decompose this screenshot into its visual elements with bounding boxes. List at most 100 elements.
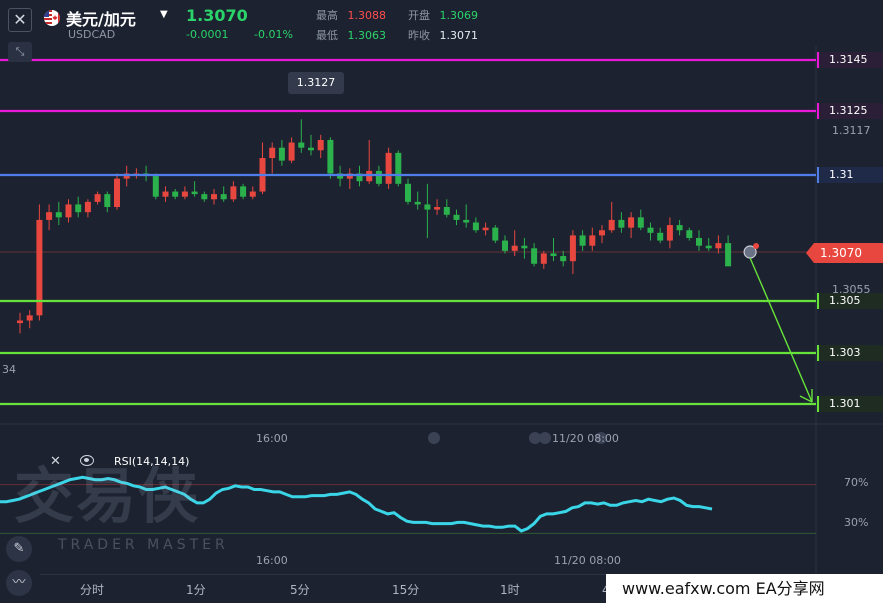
symbol-name[interactable]: 美元/加元 [66,6,136,30]
stat-prev-close-value: 1.3071 [439,29,479,42]
candle-body [172,191,179,197]
candle-body [424,204,431,210]
stat-open-value: 1.3069 [439,9,479,22]
close-button[interactable]: ✕ [8,8,32,32]
candle-body [579,235,586,246]
candle-body [696,237,702,246]
candle-body [288,142,295,161]
timeframe-5min[interactable]: 5分 [290,581,310,598]
price-level-label[interactable]: 1.31 [817,167,883,183]
candle-body [608,219,615,231]
stat-low: 最低 1.3063 [316,27,386,43]
price-pane-background [0,46,816,424]
candle-body [589,235,596,246]
candle-body [17,320,23,324]
price-axis-tick-left: 34 [2,363,16,376]
expand-icon[interactable]: ⤡ [8,42,32,62]
candle-body [211,194,217,200]
candle-body [395,152,402,184]
candle-body [511,245,518,251]
candle-body [647,227,654,233]
symbol-dropdown-icon[interactable]: ▼ [160,9,168,20]
watermark-logo: 交易侠 [14,462,200,532]
price-change: -0.0001 [186,28,229,41]
scroll-dot [428,432,440,444]
candle-body [414,201,421,205]
candle-body [201,194,208,200]
time-tick-1: 16:00 [256,432,288,445]
timeframe-1min[interactable]: 1分 [186,581,206,598]
last-price: 1.3070 [186,6,248,25]
candle-body [220,194,227,200]
rsi-level-70: 70% [844,476,869,489]
time-tick-2: 11/20 08:00 [552,432,619,445]
candle-body [104,194,111,208]
stat-prev-close: 昨收 1.3071 [408,27,478,43]
timeframe-tick[interactable]: 分时 [80,581,104,598]
candle-body [637,217,644,228]
candle-body [298,142,305,148]
candle-body [550,253,557,257]
candle-body [94,194,101,202]
watermark-subtitle: TRADER MASTER [58,537,229,553]
site-banner: www.eafxw.com EA分享网 [606,574,883,603]
timeframe-15min[interactable]: 15分 [392,581,419,598]
candle-body [676,225,683,231]
candle-body [26,315,33,321]
candle-body [521,245,528,249]
candle-body [162,191,169,197]
price-level-label[interactable]: 1.3125 [817,103,883,119]
candle-body [191,191,198,195]
stat-prev-close-label: 昨收 [408,29,430,42]
candle-body [230,186,237,200]
price-level-label[interactable]: 1.3145 [817,52,883,68]
draw-pencil-icon[interactable]: ✎ [6,536,32,562]
stat-low-value: 1.3063 [347,29,387,42]
candle-body [492,227,499,241]
candle-body [443,207,450,215]
chart-app: ✕ 美元/加元 ▼ USDCAD 1.3070 -0.0001 -0.01% 最… [0,0,883,603]
candle-body [472,222,479,231]
stat-high-label: 最高 [316,9,338,22]
candle-body [65,204,72,218]
candle-body [666,225,673,241]
timeframe-1h[interactable]: 1时 [500,581,520,598]
candle-body [46,212,53,220]
price-change-percent: -0.01% [254,28,293,41]
price-axis-tick-low: 1.3055 [832,283,871,296]
candle-body [317,139,324,151]
candle-body [715,243,722,249]
candle-body [55,212,62,218]
candle-body [375,170,382,184]
peak-price-tag: 1.3127 [288,72,344,94]
candle-body [269,147,276,159]
quote-header: ✕ 美元/加元 ▼ USDCAD 1.3070 -0.0001 -0.01% 最… [0,0,883,46]
candle-body [240,186,247,197]
candle-body [540,253,547,264]
candle-body [152,176,159,197]
candle-body [482,227,489,231]
symbol-code: USDCAD [68,28,116,41]
candle-body [181,191,188,197]
rsi-time-tick-2: 11/20 08:00 [554,554,621,567]
rsi-level-30: 30% [844,516,869,529]
candle-body [453,214,460,220]
candle-body [657,232,664,241]
candle-body [463,219,470,223]
candle-body [114,178,120,208]
candle-body [618,219,625,228]
candle-body [628,217,635,228]
last-price-tag: 1.3070 [806,243,883,263]
candle-body [385,152,392,184]
candle-body [308,147,314,151]
stat-low-label: 最低 [316,29,338,42]
candle-body [75,204,82,213]
indicator-chart-icon[interactable]: 〰 [6,570,32,596]
scroll-dot [539,432,551,444]
candle-body [502,240,508,251]
candle-body [531,248,538,264]
price-level-label[interactable]: 1.303 [817,345,883,361]
candle-body [599,230,605,236]
stat-open-label: 开盘 [408,9,430,22]
price-level-label[interactable]: 1.301 [817,396,883,412]
